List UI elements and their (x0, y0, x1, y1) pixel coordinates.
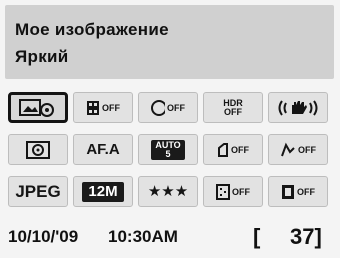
tile-shake-reduction[interactable] (268, 92, 328, 123)
tile-custom-image[interactable] (8, 92, 68, 123)
tile-noise-reduction[interactable]: OFF (203, 176, 263, 207)
remaining-shots: 37] (290, 224, 322, 249)
af-mode-label: AF.A (86, 141, 120, 158)
shake-reduction-icon (278, 99, 318, 116)
remaining-bracket: [ (253, 224, 261, 249)
date-text: 10/10/'09 (8, 227, 79, 246)
filmstrip-icon: OFF (86, 100, 120, 116)
af-point-auto5-label: AUTO 5 (151, 139, 185, 160)
tile-hdr[interactable]: HDR OFF (203, 92, 263, 123)
dynamic-range-icon: OFF (151, 99, 185, 117)
tile-white-balance[interactable]: OFF (268, 134, 328, 165)
tile-quality[interactable]: ★★★ (138, 176, 198, 207)
tile-digital-filter[interactable]: OFF (73, 92, 133, 123)
tile-recorded-pixels[interactable]: 12M (73, 176, 133, 207)
wb-off-label: OFF (298, 144, 316, 155)
tile-lens-correction[interactable]: OFF (203, 134, 263, 165)
file-format-label: JPEG (15, 182, 61, 201)
tile-file-format[interactable]: JPEG (8, 176, 68, 207)
quality-label: ★★★ (147, 183, 189, 200)
recorded-pixels-label: 12M (82, 181, 124, 202)
tile-dynamic-range[interactable]: OFF (138, 92, 198, 123)
control-panel-screen: Мое изображение Яркий OFF OFF HDR OFF AF… (0, 0, 340, 258)
custom-image-title: Мое изображение (15, 20, 169, 39)
noise-reduction-off-label: OFF (232, 186, 250, 197)
digital-filter-off-label: OFF (102, 102, 120, 113)
shading-icon: OFF (281, 184, 315, 200)
dynamic-range-off-label: OFF (167, 102, 185, 113)
metering-icon (26, 140, 50, 159)
header-panel: Мое изображение Яркий (5, 5, 334, 79)
noise-reduction-icon: OFF (216, 183, 250, 200)
time-text: 10:30AM (108, 227, 178, 246)
custom-image-icon (19, 98, 54, 117)
tile-shading[interactable]: OFF (268, 176, 328, 207)
status-footer: 10/10/'09 10:30AM [ 37] (0, 214, 340, 258)
custom-image-value: Яркий (15, 47, 69, 66)
tile-af-mode[interactable]: AF.A (73, 134, 133, 165)
hdr-off-label: HDR OFF (223, 97, 243, 117)
tile-af-point[interactable]: AUTO 5 (138, 134, 198, 165)
tile-metering[interactable] (8, 134, 68, 165)
lens-correction-off-label: OFF (231, 144, 249, 155)
shading-off-label: OFF (297, 186, 315, 197)
lens-correction-icon: OFF (217, 142, 249, 158)
wb-icon: OFF (280, 142, 316, 158)
